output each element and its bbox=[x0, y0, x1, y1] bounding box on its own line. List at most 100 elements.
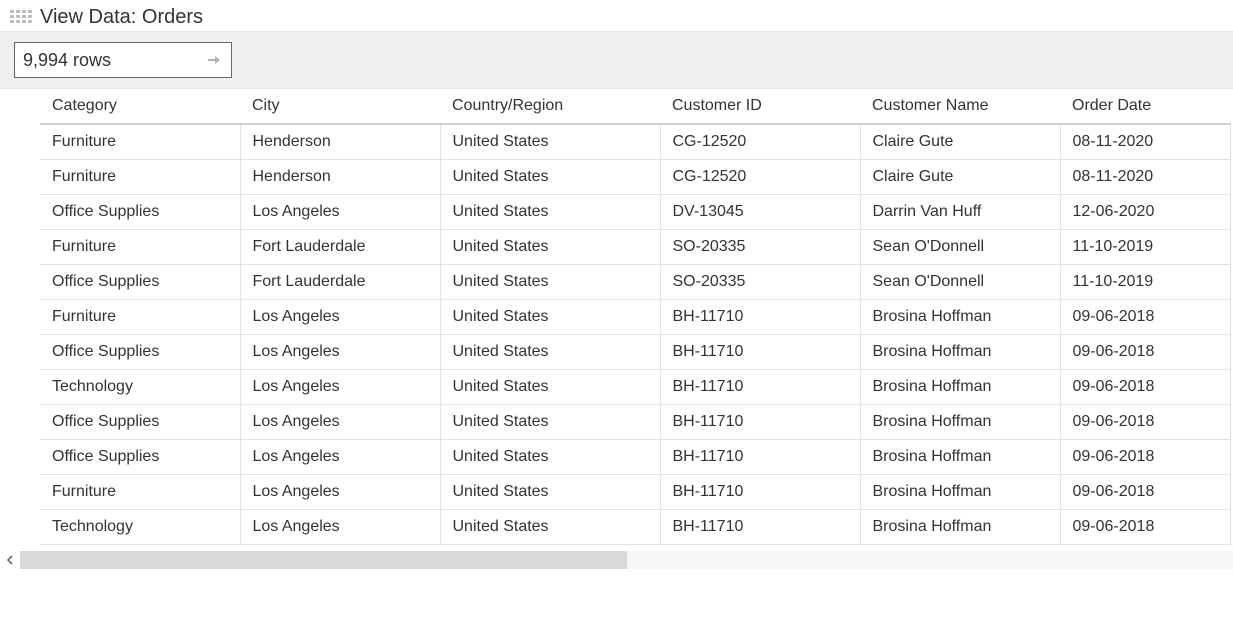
table-row[interactable]: Office SuppliesFort LauderdaleUnited Sta… bbox=[40, 265, 1230, 300]
table-row[interactable]: TechnologyLos AngelesUnited StatesBH-117… bbox=[40, 510, 1230, 545]
cell-order-date[interactable]: 12-06-2020 bbox=[1060, 195, 1230, 230]
table-row[interactable]: FurnitureHendersonUnited StatesCG-12520C… bbox=[40, 160, 1230, 195]
cell-category[interactable]: Technology bbox=[40, 370, 240, 405]
scroll-left-button[interactable] bbox=[0, 549, 20, 571]
cell-order-date[interactable]: 09-06-2018 bbox=[1060, 370, 1230, 405]
cell-country[interactable]: United States bbox=[440, 405, 660, 440]
cell-country[interactable]: United States bbox=[440, 510, 660, 545]
column-header-customer-name[interactable]: Customer Name bbox=[860, 89, 1060, 124]
table-row[interactable]: FurnitureLos AngelesUnited StatesBH-1171… bbox=[40, 300, 1230, 335]
cell-customer-id[interactable]: BH-11710 bbox=[660, 475, 860, 510]
table-row[interactable]: Office SuppliesLos AngelesUnited StatesD… bbox=[40, 195, 1230, 230]
titlebar: View Data: Orders bbox=[0, 0, 1233, 31]
cell-order-date[interactable]: 09-06-2018 bbox=[1060, 405, 1230, 440]
cell-customer-id[interactable]: BH-11710 bbox=[660, 510, 860, 545]
table-row[interactable]: Office SuppliesLos AngelesUnited StatesB… bbox=[40, 335, 1230, 370]
cell-city[interactable]: Los Angeles bbox=[240, 195, 440, 230]
horizontal-scrollbar[interactable] bbox=[0, 549, 1233, 571]
scrollbar-track[interactable] bbox=[20, 551, 1233, 569]
cell-customer-name[interactable]: Brosina Hoffman bbox=[860, 370, 1060, 405]
cell-customer-name[interactable]: Sean O'Donnell bbox=[860, 265, 1060, 300]
cell-category[interactable]: Technology bbox=[40, 510, 240, 545]
cell-order-date[interactable]: 08-11-2020 bbox=[1060, 124, 1230, 160]
cell-category[interactable]: Office Supplies bbox=[40, 440, 240, 475]
cell-country[interactable]: United States bbox=[440, 300, 660, 335]
data-grid-icon bbox=[10, 10, 32, 26]
cell-category[interactable]: Office Supplies bbox=[40, 335, 240, 370]
cell-country[interactable]: United States bbox=[440, 440, 660, 475]
cell-customer-id[interactable]: BH-11710 bbox=[660, 370, 860, 405]
cell-customer-name[interactable]: Brosina Hoffman bbox=[860, 300, 1060, 335]
cell-customer-name[interactable]: Sean O'Donnell bbox=[860, 230, 1060, 265]
table-row[interactable]: FurnitureLos AngelesUnited StatesBH-1171… bbox=[40, 475, 1230, 510]
cell-city[interactable]: Henderson bbox=[240, 160, 440, 195]
row-count-control[interactable]: 9,994 rows bbox=[14, 42, 232, 78]
cell-country[interactable]: United States bbox=[440, 335, 660, 370]
cell-customer-name[interactable]: Brosina Hoffman bbox=[860, 335, 1060, 370]
cell-country[interactable]: United States bbox=[440, 230, 660, 265]
table-header: Category City Country/Region Customer ID… bbox=[40, 89, 1230, 124]
cell-category[interactable]: Furniture bbox=[40, 230, 240, 265]
scrollbar-thumb[interactable] bbox=[20, 551, 627, 569]
cell-category[interactable]: Furniture bbox=[40, 124, 240, 160]
cell-customer-id[interactable]: CG-12520 bbox=[660, 124, 860, 160]
cell-customer-id[interactable]: CG-12520 bbox=[660, 160, 860, 195]
cell-order-date[interactable]: 09-06-2018 bbox=[1060, 510, 1230, 545]
cell-customer-name[interactable]: Brosina Hoffman bbox=[860, 440, 1060, 475]
data-table[interactable]: Category City Country/Region Customer ID… bbox=[40, 89, 1231, 545]
cell-customer-id[interactable]: SO-20335 bbox=[660, 230, 860, 265]
cell-customer-id[interactable]: BH-11710 bbox=[660, 440, 860, 475]
cell-country[interactable]: United States bbox=[440, 195, 660, 230]
cell-country[interactable]: United States bbox=[440, 160, 660, 195]
column-header-category[interactable]: Category bbox=[40, 89, 240, 124]
cell-customer-id[interactable]: BH-11710 bbox=[660, 405, 860, 440]
cell-category[interactable]: Office Supplies bbox=[40, 405, 240, 440]
cell-customer-name[interactable]: Claire Gute bbox=[860, 160, 1060, 195]
cell-category[interactable]: Furniture bbox=[40, 160, 240, 195]
table-row[interactable]: TechnologyLos AngelesUnited StatesBH-117… bbox=[40, 370, 1230, 405]
cell-country[interactable]: United States bbox=[440, 475, 660, 510]
column-header-country[interactable]: Country/Region bbox=[440, 89, 660, 124]
cell-city[interactable]: Los Angeles bbox=[240, 510, 440, 545]
cell-city[interactable]: Fort Lauderdale bbox=[240, 265, 440, 300]
column-header-customer-id[interactable]: Customer ID bbox=[660, 89, 860, 124]
cell-order-date[interactable]: 09-06-2018 bbox=[1060, 475, 1230, 510]
cell-category[interactable]: Office Supplies bbox=[40, 265, 240, 300]
cell-country[interactable]: United States bbox=[440, 370, 660, 405]
cell-city[interactable]: Los Angeles bbox=[240, 475, 440, 510]
table-row[interactable]: FurnitureHendersonUnited StatesCG-12520C… bbox=[40, 124, 1230, 160]
cell-city[interactable]: Los Angeles bbox=[240, 405, 440, 440]
cell-order-date[interactable]: 08-11-2020 bbox=[1060, 160, 1230, 195]
cell-customer-id[interactable]: DV-13045 bbox=[660, 195, 860, 230]
cell-city[interactable]: Los Angeles bbox=[240, 440, 440, 475]
cell-customer-id[interactable]: BH-11710 bbox=[660, 335, 860, 370]
row-count-label: 9,994 rows bbox=[23, 50, 111, 71]
table-row[interactable]: FurnitureFort LauderdaleUnited StatesSO-… bbox=[40, 230, 1230, 265]
cell-city[interactable]: Fort Lauderdale bbox=[240, 230, 440, 265]
cell-order-date[interactable]: 11-10-2019 bbox=[1060, 265, 1230, 300]
cell-customer-id[interactable]: SO-20335 bbox=[660, 265, 860, 300]
cell-category[interactable]: Furniture bbox=[40, 300, 240, 335]
cell-customer-id[interactable]: BH-11710 bbox=[660, 300, 860, 335]
cell-customer-name[interactable]: Darrin Van Huff bbox=[860, 195, 1060, 230]
cell-city[interactable]: Henderson bbox=[240, 124, 440, 160]
cell-customer-name[interactable]: Brosina Hoffman bbox=[860, 510, 1060, 545]
cell-customer-name[interactable]: Brosina Hoffman bbox=[860, 405, 1060, 440]
cell-customer-name[interactable]: Brosina Hoffman bbox=[860, 475, 1060, 510]
cell-order-date[interactable]: 09-06-2018 bbox=[1060, 440, 1230, 475]
cell-city[interactable]: Los Angeles bbox=[240, 370, 440, 405]
table-row[interactable]: Office SuppliesLos AngelesUnited StatesB… bbox=[40, 440, 1230, 475]
cell-category[interactable]: Furniture bbox=[40, 475, 240, 510]
cell-order-date[interactable]: 09-06-2018 bbox=[1060, 300, 1230, 335]
cell-city[interactable]: Los Angeles bbox=[240, 335, 440, 370]
table-row[interactable]: Office SuppliesLos AngelesUnited StatesB… bbox=[40, 405, 1230, 440]
cell-order-date[interactable]: 11-10-2019 bbox=[1060, 230, 1230, 265]
cell-country[interactable]: United States bbox=[440, 265, 660, 300]
column-header-order-date[interactable]: Order Date bbox=[1060, 89, 1230, 124]
cell-country[interactable]: United States bbox=[440, 124, 660, 160]
cell-order-date[interactable]: 09-06-2018 bbox=[1060, 335, 1230, 370]
cell-customer-name[interactable]: Claire Gute bbox=[860, 124, 1060, 160]
cell-city[interactable]: Los Angeles bbox=[240, 300, 440, 335]
column-header-city[interactable]: City bbox=[240, 89, 440, 124]
cell-category[interactable]: Office Supplies bbox=[40, 195, 240, 230]
